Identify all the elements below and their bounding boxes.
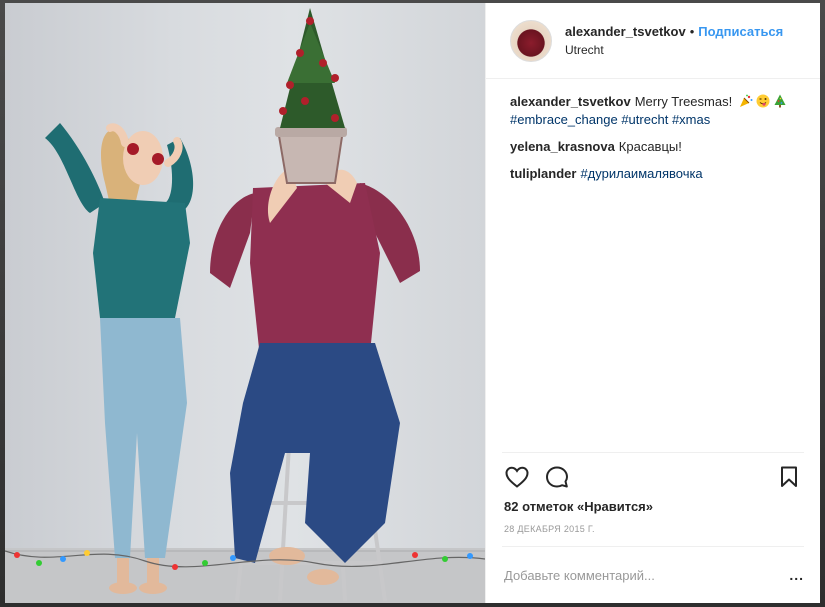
- comment-username[interactable]: yelena_krasnova: [510, 139, 615, 154]
- comment-username[interactable]: tuliplander: [510, 166, 576, 181]
- winking-face-tongue-icon: [756, 94, 770, 108]
- comment-input[interactable]: [502, 567, 790, 583]
- caption-comment: alexander_tsvetkov Merry Treesmas! #embr…: [510, 93, 804, 129]
- more-options-button[interactable]: ...: [789, 567, 804, 583]
- bookmark-icon: [781, 466, 797, 487]
- follow-button[interactable]: Подписаться: [698, 24, 783, 39]
- comments-list: alexander_tsvetkov Merry Treesmas! #embr…: [486, 79, 820, 452]
- like-button[interactable]: [502, 462, 532, 492]
- header-text: alexander_tsvetkov • Подписаться Utrecht: [565, 23, 783, 59]
- hashtag-link[interactable]: #xmas: [672, 112, 710, 127]
- post-date: 28 ДЕКАБРЯ 2015 Г.: [504, 524, 595, 534]
- post-header: alexander_tsvetkov • Подписаться Utrecht: [486, 3, 820, 79]
- heart-icon: [505, 466, 529, 488]
- comment-text: Merry Treesmas!: [634, 94, 733, 109]
- photo-illustration: [5, 8, 485, 603]
- post-photo[interactable]: [5, 3, 485, 603]
- add-comment-section: ...: [502, 546, 804, 603]
- hashtag-link[interactable]: #utrecht: [621, 112, 668, 127]
- comment-button[interactable]: [542, 462, 572, 492]
- speech-bubble-icon: [546, 466, 568, 488]
- party-popper-icon: [739, 94, 753, 107]
- likes-count[interactable]: 82 отметок «Нравится»: [502, 497, 804, 514]
- header-separator: •: [689, 23, 695, 39]
- post-side-panel: alexander_tsvetkov • Подписаться Utrecht a…: [485, 3, 820, 603]
- avatar[interactable]: [510, 19, 552, 62]
- hashtag-link[interactable]: #дурилаималявочка: [580, 166, 702, 181]
- christmas-tree-icon: [774, 94, 786, 108]
- comment-text: Красавцы!: [618, 139, 682, 154]
- post-actions-section: 82 отметок «Нравится» 28 ДЕКАБРЯ 2015 Г.: [502, 452, 804, 546]
- list-item: tuliplander #дурилаималявочка: [510, 165, 804, 183]
- post-location[interactable]: Utrecht: [565, 41, 783, 59]
- action-bar: [502, 453, 804, 497]
- post-modal: alexander_tsvetkov • Подписаться Utrecht a…: [5, 3, 820, 603]
- comment-username[interactable]: alexander_tsvetkov: [510, 94, 631, 109]
- save-button[interactable]: [774, 462, 804, 492]
- list-item: yelena_krasnova Красавцы!: [510, 138, 804, 156]
- hashtag-link[interactable]: #embrace_change: [510, 112, 618, 127]
- author-username[interactable]: alexander_tsvetkov: [565, 24, 686, 39]
